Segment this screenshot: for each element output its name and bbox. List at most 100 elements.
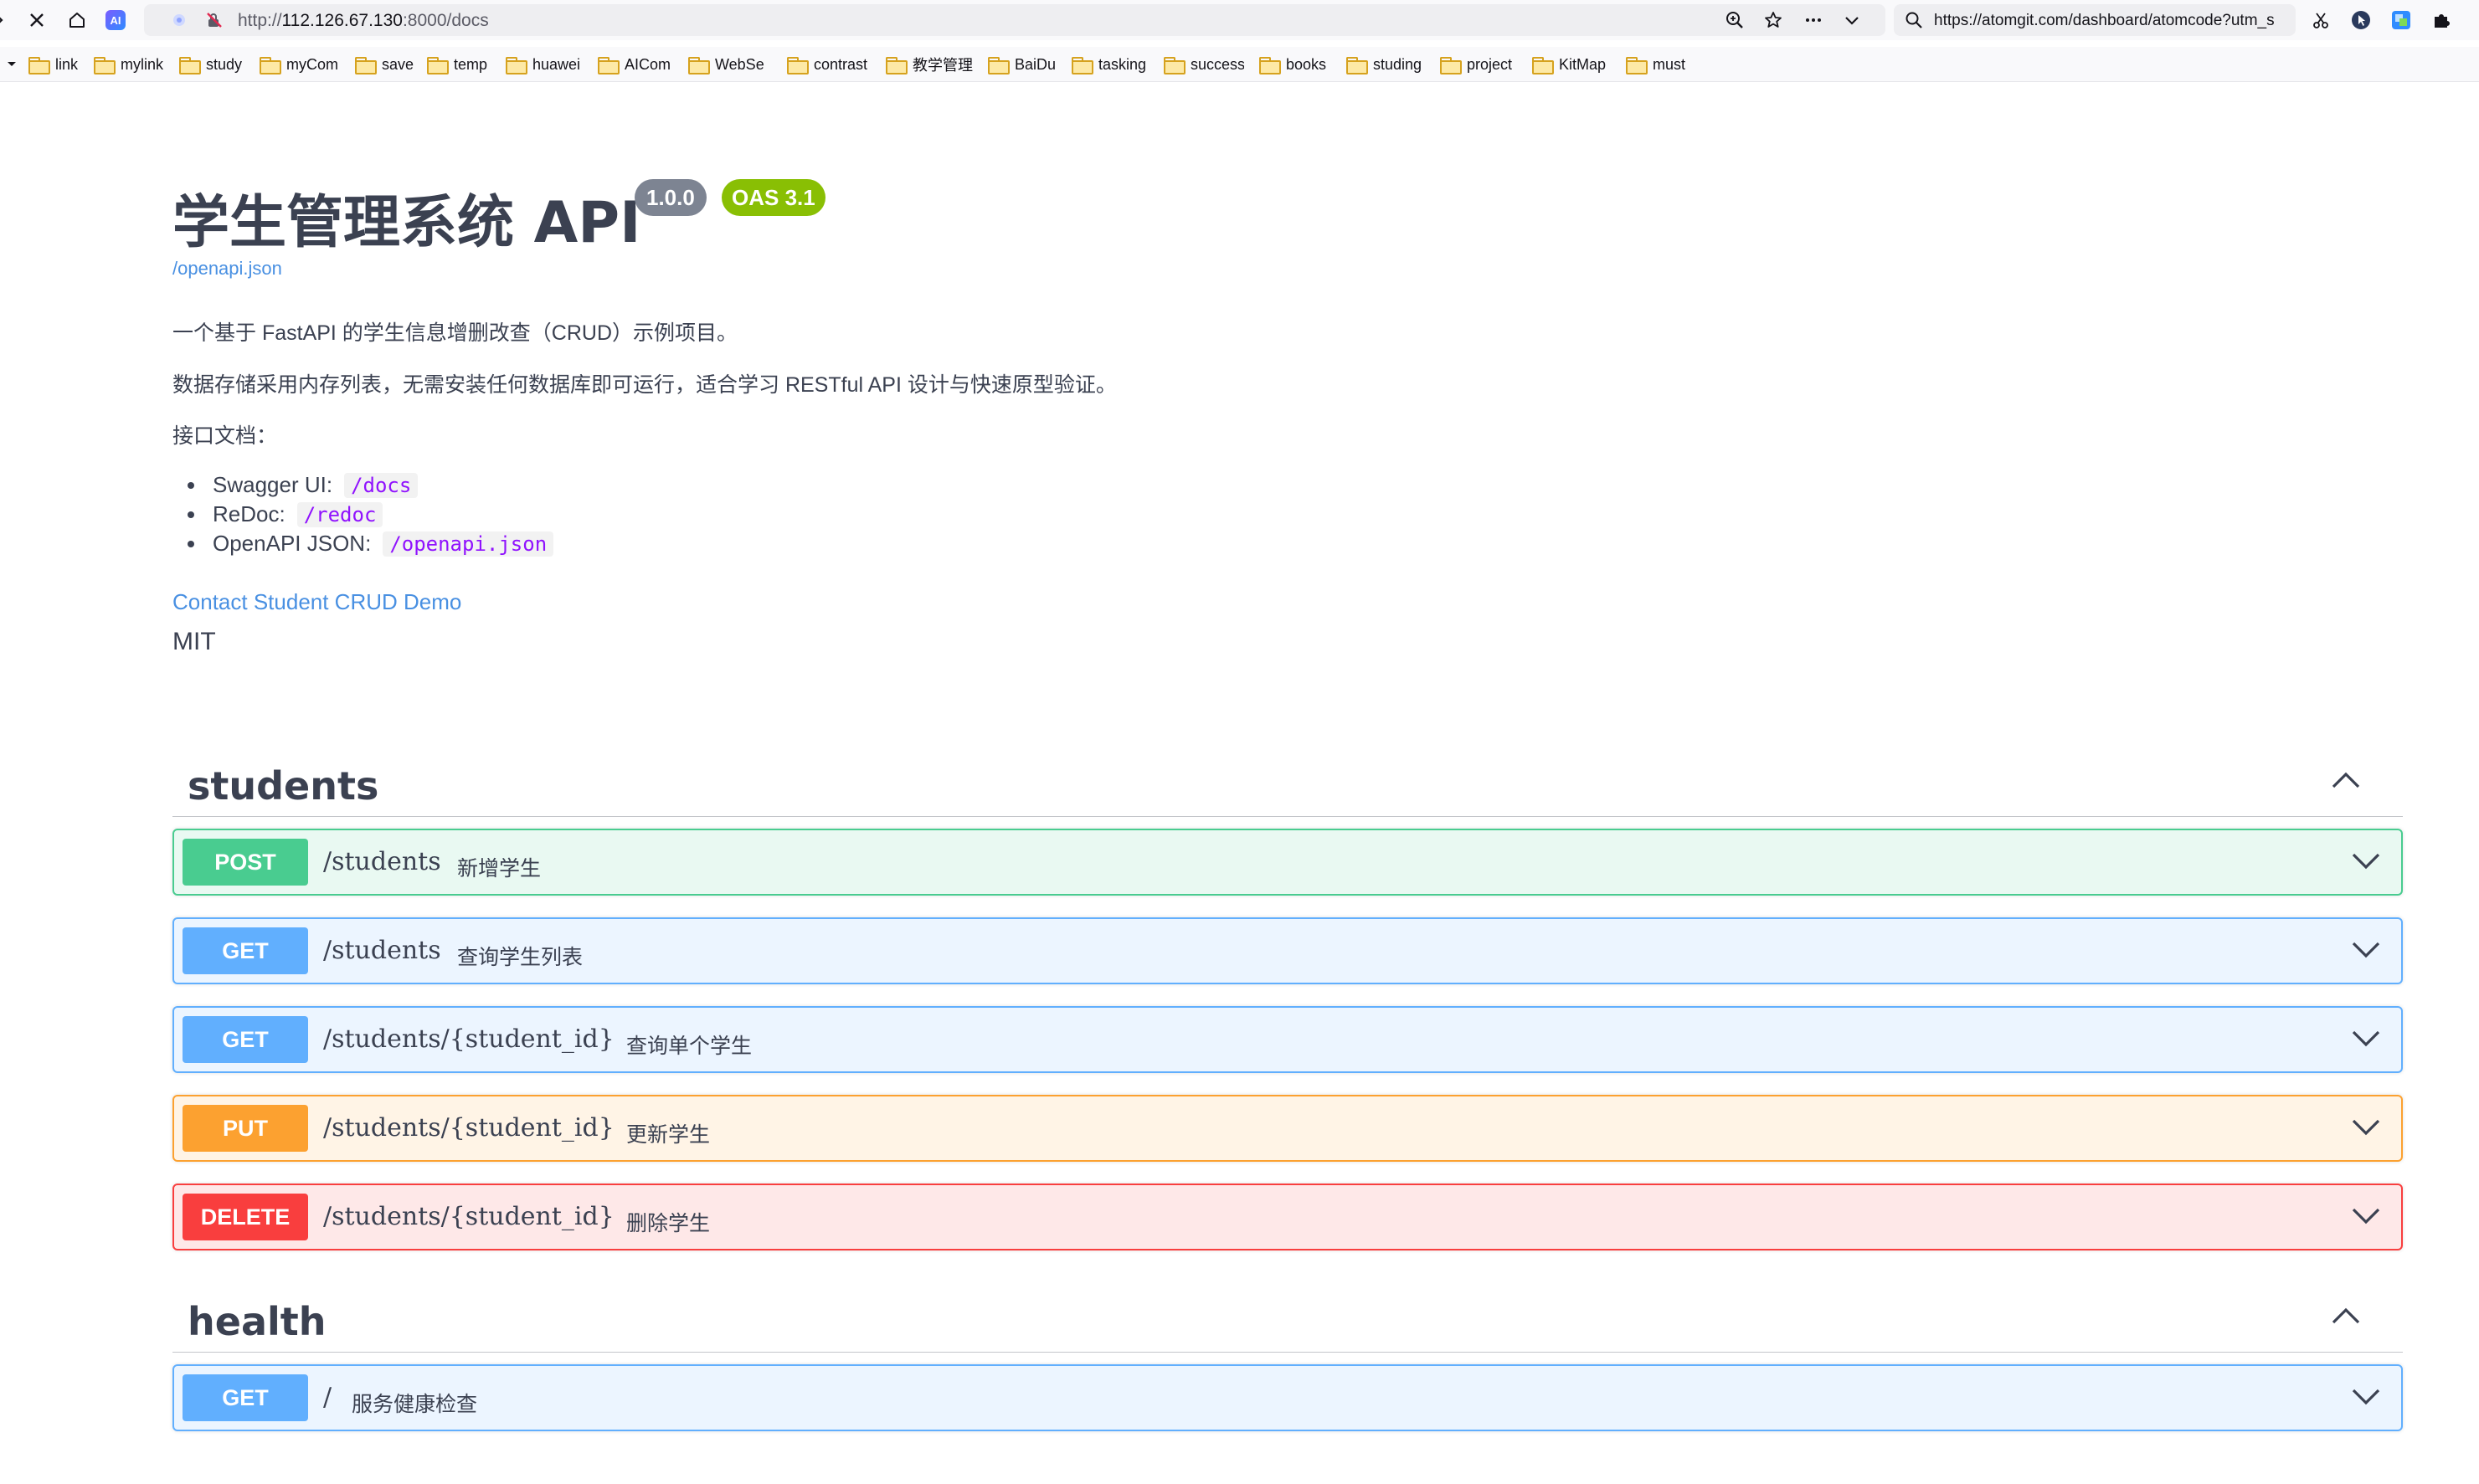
ai-assistant-icon[interactable]: AI: [100, 5, 131, 35]
folder-icon: [1440, 57, 1462, 74]
contact-link[interactable]: Contact Student CRUD Demo: [172, 589, 461, 615]
chevron-up-icon[interactable]: [2331, 1306, 2361, 1330]
bookmark-folder[interactable]: WebSe: [688, 54, 764, 74]
method-badge: GET: [183, 1374, 308, 1421]
operation-summary: 服务健康检查: [352, 1393, 478, 1416]
extension-translate-icon[interactable]: [2386, 5, 2416, 35]
bookmark-folder[interactable]: myCom: [260, 54, 338, 74]
screenshot-scissors-icon[interactable]: [2306, 5, 2336, 35]
bookmark-folder[interactable]: mylink: [94, 54, 163, 74]
folder-icon: [886, 57, 908, 74]
stop-loading-icon[interactable]: [22, 5, 52, 35]
tag-name: health: [188, 1299, 327, 1344]
docs-label: Swagger UI:: [213, 472, 333, 497]
url-scheme: http://: [238, 11, 282, 30]
method-badge: PUT: [183, 1105, 308, 1152]
bookmark-label: myCom: [286, 55, 338, 73]
method-badge: POST: [183, 839, 308, 886]
bookmark-folder[interactable]: 教学管理: [886, 54, 973, 74]
license-text: MIT: [172, 628, 216, 655]
chevron-down-icon[interactable]: [2351, 1117, 2381, 1141]
bookmark-label: WebSe: [715, 55, 764, 73]
bookmark-folder[interactable]: AICom: [598, 54, 671, 74]
bookmark-folder[interactable]: studing: [1346, 54, 1422, 74]
bookmark-star-icon[interactable]: [1763, 10, 1783, 30]
zoom-icon[interactable]: [1725, 10, 1745, 30]
site-identity-icon[interactable]: [169, 10, 189, 30]
operation-path: /students/{student_id}: [323, 1202, 615, 1231]
bookmark-folder[interactable]: contrast: [787, 54, 867, 74]
bookmark-folder[interactable]: study: [179, 54, 242, 74]
folder-icon: [179, 57, 201, 74]
list-item: OpenAPI JSON: /openapi.json: [172, 529, 554, 558]
bookmark-folder[interactable]: temp: [427, 54, 487, 74]
operation-put-student[interactable]: PUT /students/{student_id} 更新学生: [172, 1095, 2403, 1162]
chevron-down-icon[interactable]: [2351, 1386, 2381, 1410]
folder-icon: [1626, 57, 1648, 74]
docs-code: /redoc: [296, 501, 383, 527]
operation-get-students[interactable]: GET /students 查询学生列表: [172, 917, 2403, 984]
chevron-down-icon[interactable]: [2351, 1205, 2381, 1230]
operation-summary: 查询学生列表: [457, 946, 584, 969]
docs-list: Swagger UI: /docs ReDoc: /redoc OpenAPI JS…: [172, 470, 554, 558]
extension-cursor-icon[interactable]: [2346, 5, 2376, 35]
chevron-down-icon[interactable]: [1842, 10, 1862, 30]
operation-delete-student[interactable]: DELETE /students/{student_id} 删除学生: [172, 1184, 2403, 1250]
bookmark-folder[interactable]: save: [355, 54, 414, 74]
bookmark-folder[interactable]: huawei: [506, 54, 580, 74]
chevron-down-icon[interactable]: [2351, 1028, 2381, 1052]
method-badge: DELETE: [183, 1194, 308, 1240]
bookmark-folder[interactable]: project: [1440, 54, 1512, 74]
description-line-2: 数据存储采用内存列表，无需安装任何数据库即可运行，适合学习 RESTful AP…: [172, 373, 1117, 397]
operation-get-health[interactable]: GET / 服务健康检查: [172, 1364, 2403, 1431]
bookmark-folder[interactable]: must: [1626, 54, 1685, 74]
chevron-up-icon[interactable]: [2331, 770, 2361, 794]
bookmark-label: temp: [454, 55, 488, 73]
bookmark-folder[interactable]: link: [28, 54, 78, 74]
operation-get-student-by-id[interactable]: GET /students/{student_id} 查询单个学生: [172, 1006, 2403, 1073]
bookmark-folder[interactable]: books: [1259, 54, 1326, 74]
operation-summary: 查询单个学生: [626, 1035, 753, 1058]
bookmark-folder[interactable]: success: [1164, 54, 1244, 74]
address-bar[interactable]: http://112.126.67.130:8000/docs: [144, 4, 1885, 36]
chevron-down-icon[interactable]: [2351, 939, 2381, 963]
list-item: Swagger UI: /docs: [172, 470, 553, 500]
version-badge: 1.0.0: [635, 179, 707, 216]
operation-summary: 删除学生: [626, 1212, 711, 1235]
search-bar[interactable]: https://atomgit.com/dashboard/atomcode?u…: [1894, 4, 2296, 36]
bookmark-folder[interactable]: BaiDu: [988, 54, 1056, 74]
bookmark-label: success: [1191, 55, 1244, 73]
url-host: 112.126.67.130: [281, 11, 403, 30]
url-text[interactable]: http://112.126.67.130:8000/docs: [238, 11, 489, 31]
bookmark-folder[interactable]: KitMap: [1532, 54, 1606, 74]
chevron-down-icon[interactable]: [2351, 850, 2381, 875]
api-title: 学生管理系统 API: [172, 190, 641, 256]
tag-name: students: [188, 763, 379, 809]
bookmark-label: KitMap: [1559, 55, 1607, 73]
tag-students-header[interactable]: students: [172, 752, 2403, 817]
ai-badge-text: AI: [111, 14, 121, 27]
openapi-spec-link[interactable]: /openapi.json: [172, 258, 282, 280]
folder-icon: [260, 57, 281, 74]
operation-post-students[interactable]: POST /students 新增学生: [172, 829, 2403, 896]
home-icon[interactable]: [62, 5, 92, 35]
method-badge: GET: [183, 927, 308, 974]
folder-icon: [427, 57, 449, 74]
bookmarks-chevron-icon[interactable]: [7, 57, 17, 74]
bookmark-folder[interactable]: tasking: [1072, 54, 1146, 74]
bookmark-label: save: [382, 55, 414, 73]
extensions-puzzle-icon[interactable]: [2426, 5, 2456, 35]
operation-summary: 新增学生: [457, 857, 542, 881]
folder-icon: [28, 57, 50, 74]
page-actions-menu-icon[interactable]: [1803, 10, 1823, 30]
tag-health-header[interactable]: health: [172, 1287, 2403, 1353]
bookmark-label: mylink: [121, 55, 164, 73]
docs-label: ReDoc:: [213, 501, 285, 526]
url-path: :8000/docs: [402, 11, 489, 30]
folder-icon: [506, 57, 527, 74]
bookmark-label: study: [206, 55, 243, 73]
insecure-lock-icon[interactable]: [204, 10, 224, 30]
forward-icon[interactable]: [0, 5, 15, 35]
bookmark-label: books: [1286, 55, 1327, 73]
folder-icon: [1072, 57, 1093, 74]
